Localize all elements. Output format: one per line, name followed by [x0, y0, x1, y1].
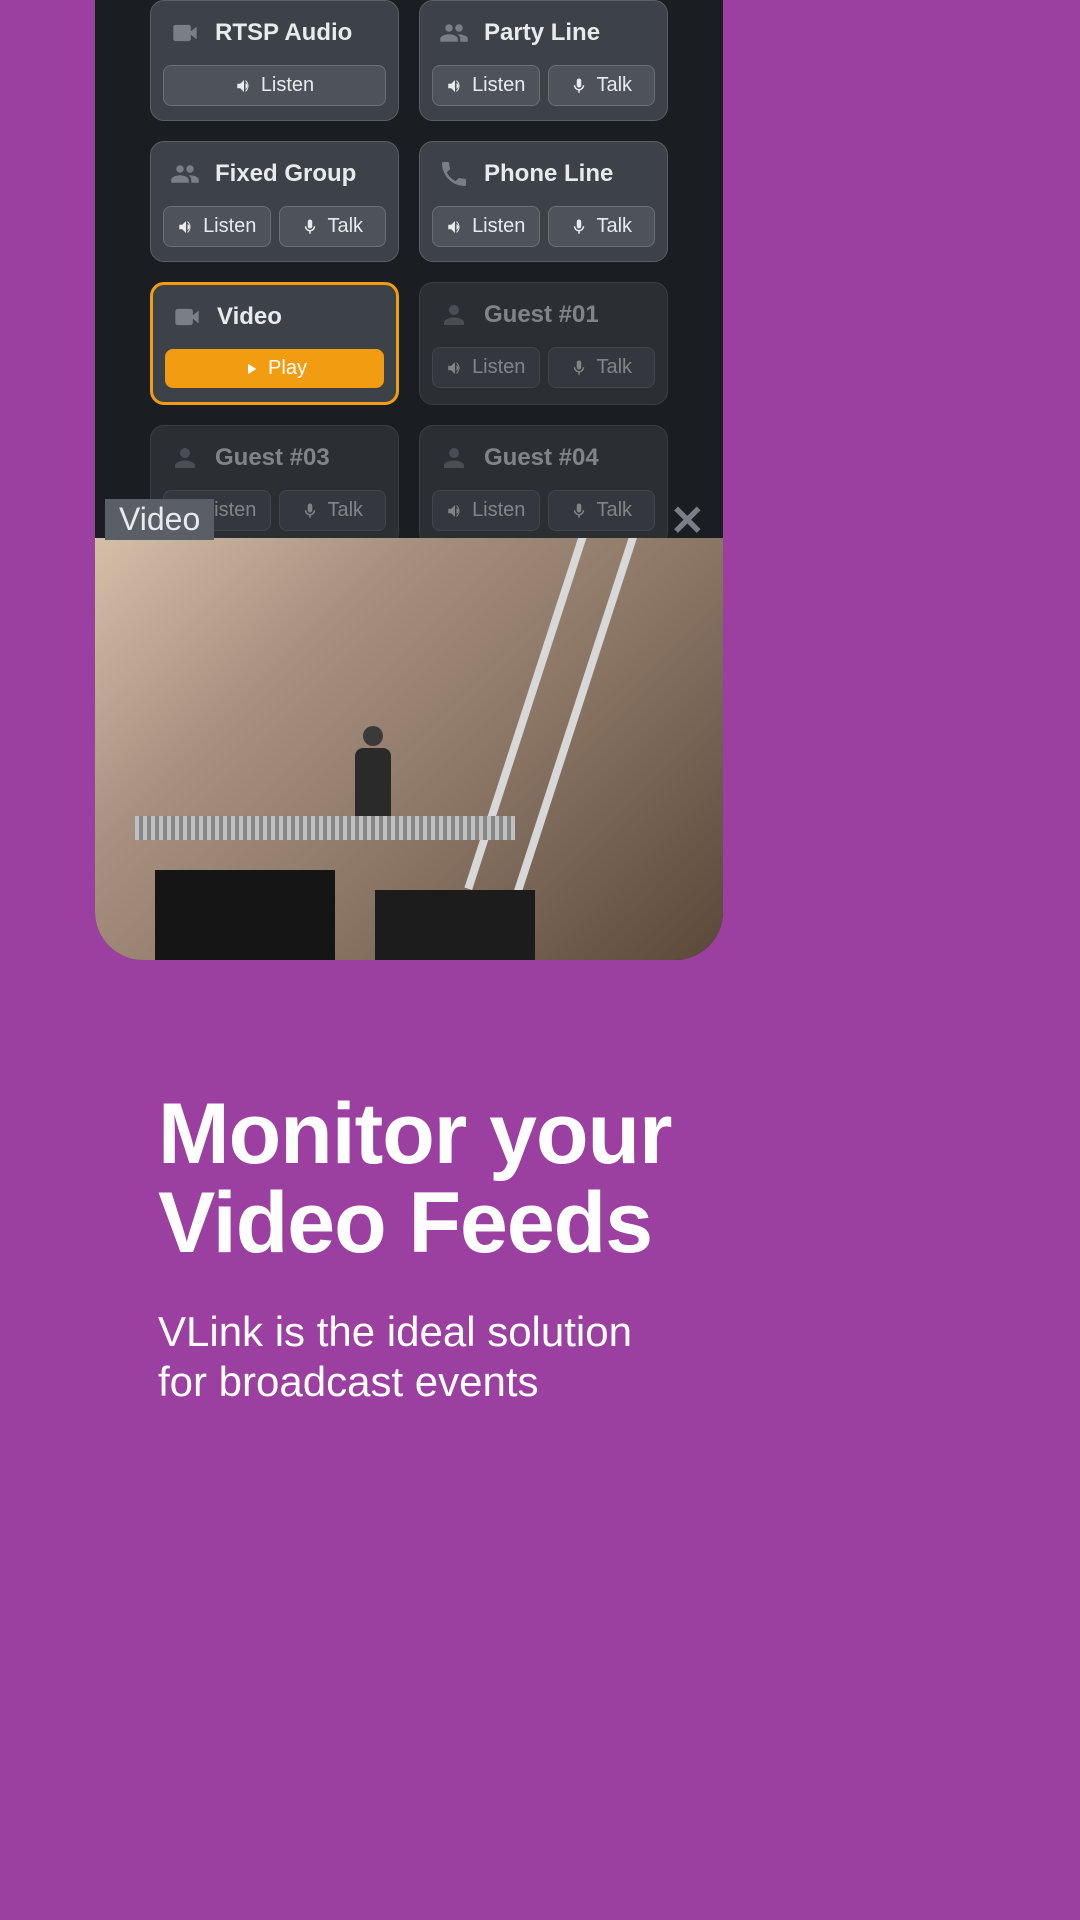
listen-label: Listen — [261, 74, 314, 97]
talk-label: Talk — [596, 499, 632, 522]
card-title: Guest #04 — [484, 444, 599, 472]
card-title: Guest #03 — [215, 444, 330, 472]
card-fixed-group[interactable]: Fixed Group Listen Talk — [150, 141, 399, 262]
listen-label: Listen — [472, 74, 525, 97]
talk-label: Talk — [596, 356, 632, 379]
play-label: Play — [268, 357, 307, 380]
card-title: RTSP Audio — [215, 19, 352, 47]
hero-subtitle: VLink is the ideal solution for broadcas… — [158, 1307, 672, 1408]
hero-title-line1: Monitor your — [158, 1090, 672, 1179]
video-camera-icon — [167, 17, 203, 49]
card-header: RTSP Audio — [163, 13, 386, 49]
group-icon — [436, 17, 472, 49]
card-title: Party Line — [484, 19, 600, 47]
card-guest-04[interactable]: Guest #04 Listen Talk — [419, 425, 668, 546]
hero-title-line2: Video Feeds — [158, 1179, 672, 1268]
person-icon — [167, 442, 203, 474]
card-header: Fixed Group — [163, 154, 386, 190]
video-camera-icon — [169, 301, 205, 333]
play-button[interactable]: Play — [165, 349, 384, 388]
listen-label: Listen — [472, 215, 525, 238]
card-title: Phone Line — [484, 160, 613, 188]
listen-button[interactable]: Listen — [432, 347, 540, 388]
phone-icon — [436, 158, 472, 190]
listen-button[interactable]: Listen — [163, 65, 386, 106]
group-icon — [167, 158, 203, 190]
card-buttons: Play — [165, 349, 384, 388]
card-buttons: Listen Talk — [432, 206, 655, 247]
card-header: Phone Line — [432, 154, 655, 190]
card-header: Party Line — [432, 13, 655, 49]
talk-label: Talk — [596, 215, 632, 238]
card-buttons: Listen Talk — [163, 206, 386, 247]
talk-label: Talk — [327, 499, 363, 522]
device-frame: RTSP Audio Listen Party Line Listen — [95, 0, 723, 960]
listen-label: Listen — [472, 499, 525, 522]
card-header: Video — [165, 297, 384, 333]
hero-sub-line2: for broadcast events — [158, 1357, 672, 1407]
card-rtsp-audio[interactable]: RTSP Audio Listen — [150, 0, 399, 121]
card-guest-01[interactable]: Guest #01 Listen Talk — [419, 282, 668, 405]
talk-label: Talk — [327, 215, 363, 238]
hero-title: Monitor your Video Feeds — [158, 1090, 672, 1269]
card-header: Guest #01 — [432, 295, 655, 331]
talk-button[interactable]: Talk — [548, 206, 656, 247]
listen-button[interactable]: Listen — [432, 65, 540, 106]
card-buttons: Listen Talk — [432, 490, 655, 531]
card-party-line[interactable]: Party Line Listen Talk — [419, 0, 668, 121]
card-buttons: Listen — [163, 65, 386, 106]
card-video[interactable]: Video Play — [150, 282, 399, 405]
hero-sub-line1: VLink is the ideal solution — [158, 1307, 672, 1357]
cards-grid: RTSP Audio Listen Party Line Listen — [95, 0, 723, 546]
talk-label: Talk — [596, 74, 632, 97]
video-feed-preview — [95, 538, 723, 960]
card-phone-line[interactable]: Phone Line Listen Talk — [419, 141, 668, 262]
talk-button[interactable]: Talk — [279, 490, 387, 531]
talk-button[interactable]: Talk — [548, 65, 656, 106]
listen-button[interactable]: Listen — [163, 206, 271, 247]
listen-button[interactable]: Listen — [432, 206, 540, 247]
listen-label: Listen — [472, 356, 525, 379]
person-icon — [436, 299, 472, 331]
card-title: Fixed Group — [215, 160, 356, 188]
video-overlay: Video ✕ — [95, 538, 723, 960]
talk-button[interactable]: Talk — [548, 347, 656, 388]
listen-label: Listen — [203, 215, 256, 238]
card-header: Guest #04 — [432, 438, 655, 474]
card-buttons: Listen Talk — [432, 347, 655, 388]
card-title: Video — [217, 303, 282, 331]
hero-text: Monitor your Video Feeds VLink is the id… — [158, 1090, 672, 1408]
talk-button[interactable]: Talk — [548, 490, 656, 531]
person-icon — [436, 442, 472, 474]
card-buttons: Listen Talk — [432, 65, 655, 106]
card-header: Guest #03 — [163, 438, 386, 474]
video-label-tab: Video — [105, 499, 214, 540]
listen-button[interactable]: Listen — [432, 490, 540, 531]
talk-button[interactable]: Talk — [279, 206, 387, 247]
card-title: Guest #01 — [484, 301, 599, 329]
